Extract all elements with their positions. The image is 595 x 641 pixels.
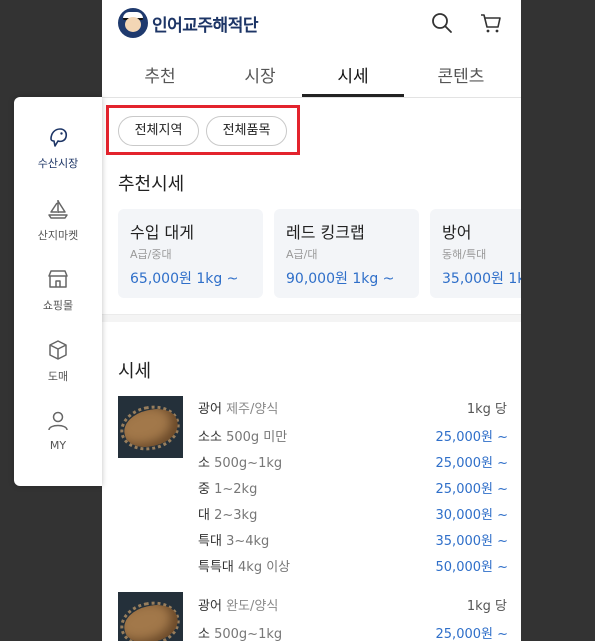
recommended-card[interactable]: 방어 동해/특대 35,000원 1kg ~ (430, 209, 521, 298)
price-row[interactable]: 중 1~2kg 25,000원 ~ (198, 478, 508, 498)
item-filter-chip[interactable]: 전체품목 (206, 116, 287, 146)
user-icon (48, 411, 68, 431)
tab-recommend[interactable]: 추천 (115, 62, 205, 87)
recommended-title: 추천시세 (118, 174, 185, 195)
size-price: 25,000원 ~ (435, 482, 508, 497)
sidebar-item-fish-market[interactable]: 수산시장 (14, 125, 102, 185)
fish-icon (50, 128, 68, 147)
header: 인어교주해적단 (102, 0, 521, 48)
card-grade: A급/중대 (130, 248, 172, 261)
recommended-card[interactable]: 수입 대게 A급/중대 65,000원 1kg ~ (118, 209, 263, 298)
active-tab-indicator (302, 94, 404, 97)
size-price: 25,000원 ~ (435, 456, 508, 471)
size-label: 소 (198, 627, 210, 641)
size-range: 500g~1kg (214, 456, 283, 471)
pirate-logo-icon (118, 8, 148, 38)
product-name[interactable]: 광어 제주/양식 (198, 398, 278, 417)
logo[interactable]: 인어교주해적단 (118, 8, 258, 38)
filter-highlight-box: 전체지역 전체품목 (106, 105, 300, 155)
flatfish-image[interactable] (118, 592, 183, 641)
sidebar-item-origin-market[interactable]: 산지마켓 (14, 197, 102, 257)
size-label: 소소 (198, 430, 222, 445)
price-row[interactable]: 소 500g~1kg 25,000원 ~ (198, 623, 508, 641)
price-row[interactable]: 소소 500g 미만 25,000원 ~ (198, 426, 508, 446)
flatfish-image[interactable] (118, 396, 183, 458)
sidebar-item-label: MY (49, 439, 67, 452)
sidebar-item-wholesale[interactable]: 도매 (14, 338, 102, 398)
size-price: 35,000원 ~ (435, 534, 508, 549)
sidebar-item-my[interactable]: MY (14, 409, 102, 469)
size-price: 25,000원 ~ (435, 430, 508, 445)
card-price: 35,000원 1kg ~ (442, 271, 521, 287)
size-range: 500g 미만 (226, 430, 288, 445)
side-nav: 수산시장 산지마켓 쇼핑몰 도매 MY (14, 97, 102, 486)
product-species: 광어 (198, 599, 222, 614)
card-name: 수입 대게 (130, 223, 194, 242)
box-icon (49, 340, 67, 360)
size-price: 50,000원 ~ (435, 560, 508, 575)
tab-prices[interactable]: 시세 (308, 62, 398, 87)
logo-text: 인어교주해적단 (152, 15, 258, 36)
price-unit: 1kg 당 (466, 599, 507, 614)
sidebar-item-label: 쇼핑몰 (42, 299, 74, 312)
card-price: 90,000원 1kg ~ (286, 271, 395, 287)
product-origin: 제주/양식 (226, 402, 279, 417)
size-label: 특특대 (198, 560, 234, 575)
size-label: 중 (198, 482, 210, 497)
size-range: 500g~1kg (214, 627, 283, 641)
prices-title: 시세 (118, 361, 152, 382)
product-species: 광어 (198, 402, 222, 417)
store-icon (48, 270, 68, 288)
section-divider (102, 314, 521, 322)
size-range: 4kg 이상 (238, 560, 291, 575)
size-label: 특대 (198, 534, 222, 549)
product-name[interactable]: 광어 완도/양식 (198, 595, 278, 614)
app-panel: 인어교주해적단 추천 시장 시세 콘텐츠 전체지역 전체품목 추천시세 수입 대… (102, 0, 521, 641)
top-tabs: 추천 시장 시세 콘텐츠 (102, 52, 521, 98)
card-name: 방어 (442, 223, 472, 242)
size-price: 25,000원 ~ (435, 627, 508, 641)
price-row[interactable]: 특대 3~4kg 35,000원 ~ (198, 530, 508, 550)
tab-market[interactable]: 시장 (215, 62, 305, 87)
sidebar-item-label: 산지마켓 (37, 229, 79, 242)
product-origin: 완도/양식 (226, 599, 279, 614)
price-row[interactable]: 대 2~3kg 30,000원 ~ (198, 504, 508, 524)
size-range: 3~4kg (226, 534, 270, 549)
size-price: 30,000원 ~ (435, 508, 508, 523)
cart-icon[interactable] (479, 11, 503, 35)
price-unit: 1kg 당 (466, 402, 507, 417)
sailboat-icon (48, 200, 68, 219)
tab-contents[interactable]: 콘텐츠 (416, 62, 506, 87)
card-grade: 동해/특대 (442, 248, 487, 261)
price-row[interactable]: 소 500g~1kg 25,000원 ~ (198, 452, 508, 472)
recommended-card[interactable]: 레드 킹크랩 A급/대 90,000원 1kg ~ (274, 209, 419, 298)
card-price: 65,000원 1kg ~ (130, 271, 239, 287)
size-range: 2~3kg (214, 508, 258, 523)
sidebar-item-label: 수산시장 (37, 157, 79, 170)
region-filter-chip[interactable]: 전체지역 (118, 116, 199, 146)
sidebar-item-shopping-mall[interactable]: 쇼핑몰 (14, 267, 102, 327)
price-row[interactable]: 특특대 4kg 이상 50,000원 ~ (198, 556, 508, 576)
card-grade: A급/대 (286, 248, 318, 261)
search-icon[interactable] (430, 11, 454, 35)
size-label: 대 (198, 508, 210, 523)
size-label: 소 (198, 456, 210, 471)
size-range: 1~2kg (214, 482, 258, 497)
sidebar-item-label: 도매 (47, 370, 69, 383)
card-name: 레드 킹크랩 (286, 223, 365, 242)
